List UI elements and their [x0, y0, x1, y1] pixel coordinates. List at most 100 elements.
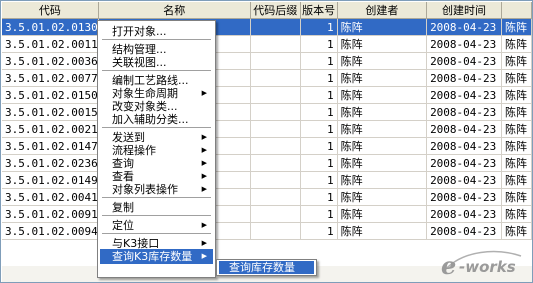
cell-suffix[interactable]: [250, 154, 301, 172]
cell-created-time[interactable]: 2008-04-23: [426, 188, 502, 206]
menu-item[interactable]: 打开对象...: [100, 24, 213, 39]
cell-extra[interactable]: 陈阵: [501, 154, 532, 172]
table-row[interactable]: 3.5.01.02.0094 1 陈阵 2008-04-23 陈阵: [2, 222, 532, 240]
table-row[interactable]: 3.5.01.02.0077 1 陈阵 2008-04-23 陈阵: [2, 69, 532, 87]
column-header-code[interactable]: 代码: [2, 2, 99, 19]
cell-version[interactable]: 1: [300, 205, 338, 223]
table-row[interactable]: 3.5.01.02.0036 1 陈阵 2008-04-23 陈阵: [2, 52, 532, 70]
cell-version[interactable]: 1: [300, 52, 338, 70]
cell-creator[interactable]: 陈阵: [337, 137, 428, 155]
column-header-creator[interactable]: 创建者: [337, 2, 428, 19]
cell-creator[interactable]: 陈阵: [337, 222, 428, 240]
table-row[interactable]: 3.5.01.02.0149 1 陈阵 2008-04-23 陈阵: [2, 171, 532, 189]
menu-item[interactable]: 定位 ▶: [100, 218, 213, 233]
cell-suffix[interactable]: [250, 52, 301, 70]
cell-creator[interactable]: 陈阵: [337, 35, 428, 53]
cell-extra[interactable]: 陈阵: [501, 69, 532, 87]
cell-code[interactable]: 3.5.01.02.0236: [2, 154, 99, 172]
table-row[interactable]: 3.5.01.02.0011 1 陈阵 2008-04-23 陈阵: [2, 35, 532, 53]
cell-suffix[interactable]: [250, 86, 301, 104]
cell-extra[interactable]: 陈阵: [501, 171, 532, 189]
cell-version[interactable]: 1: [300, 120, 338, 138]
cell-version[interactable]: 1: [300, 18, 338, 36]
submenu-item-query-stock[interactable]: 查询库存数量: [219, 261, 314, 274]
cell-extra[interactable]: 陈阵: [501, 86, 532, 104]
cell-created-time[interactable]: 2008-04-23: [426, 86, 502, 104]
menu-item[interactable]: 加入辅助分类...: [100, 112, 213, 127]
cell-suffix[interactable]: [250, 103, 301, 121]
cell-created-time[interactable]: 2008-04-23: [426, 137, 502, 155]
cell-creator[interactable]: 陈阵: [337, 18, 428, 36]
cell-version[interactable]: 1: [300, 103, 338, 121]
cell-creator[interactable]: 陈阵: [337, 69, 428, 87]
table-row[interactable]: 3.5.01.02.0236 1 陈阵 2008-04-23 陈阵: [2, 154, 532, 172]
column-header-name[interactable]: 名称: [98, 2, 251, 19]
cell-suffix[interactable]: [250, 137, 301, 155]
cell-suffix[interactable]: [250, 222, 301, 240]
cell-created-time[interactable]: 2008-04-23: [426, 222, 502, 240]
table-row[interactable]: 3.5.01.02.0147 1 陈阵 2008-04-23 陈阵: [2, 137, 532, 155]
cell-version[interactable]: 1: [300, 69, 338, 87]
cell-creator[interactable]: 陈阵: [337, 205, 428, 223]
cell-code[interactable]: 3.5.01.02.0015: [2, 103, 99, 121]
cell-creator[interactable]: 陈阵: [337, 154, 428, 172]
table-row[interactable]: 3.5.01.02.0021 1 陈阵 2008-04-23 陈阵: [2, 120, 532, 138]
cell-code[interactable]: 3.5.01.02.0041: [2, 188, 99, 206]
menu-item[interactable]: 对象列表操作 ▶: [100, 182, 213, 197]
cell-version[interactable]: 1: [300, 86, 338, 104]
cell-code[interactable]: 3.5.01.02.0011: [2, 35, 99, 53]
cell-extra[interactable]: 陈阵: [501, 103, 532, 121]
cell-created-time[interactable]: 2008-04-23: [426, 205, 502, 223]
cell-version[interactable]: 1: [300, 35, 338, 53]
cell-created-time[interactable]: 2008-04-23: [426, 103, 502, 121]
cell-suffix[interactable]: [250, 69, 301, 87]
column-header-suffix[interactable]: 代码后缀: [250, 2, 301, 19]
cell-created-time[interactable]: 2008-04-23: [426, 120, 502, 138]
cell-extra[interactable]: 陈阵: [501, 188, 532, 206]
column-header-extra[interactable]: [501, 2, 532, 19]
cell-version[interactable]: 1: [300, 137, 338, 155]
column-header-created-time[interactable]: 创建时间: [426, 2, 502, 19]
cell-version[interactable]: 1: [300, 222, 338, 240]
menu-item[interactable]: 复制: [100, 200, 213, 215]
cell-extra[interactable]: 陈阵: [501, 35, 532, 53]
cell-extra[interactable]: 陈阵: [501, 222, 532, 240]
cell-code[interactable]: 3.5.01.02.0094: [2, 222, 99, 240]
cell-version[interactable]: 1: [300, 171, 338, 189]
cell-creator[interactable]: 陈阵: [337, 52, 428, 70]
cell-created-time[interactable]: 2008-04-23: [426, 18, 502, 36]
cell-code[interactable]: 3.5.01.02.0150: [2, 86, 99, 104]
cell-extra[interactable]: 陈阵: [501, 18, 532, 36]
cell-suffix[interactable]: [250, 205, 301, 223]
cell-code[interactable]: 3.5.01.02.0130: [2, 18, 99, 36]
cell-suffix[interactable]: [250, 18, 301, 36]
cell-created-time[interactable]: 2008-04-23: [426, 69, 502, 87]
cell-extra[interactable]: 陈阵: [501, 137, 532, 155]
cell-created-time[interactable]: 2008-04-23: [426, 154, 502, 172]
cell-extra[interactable]: 陈阵: [501, 120, 532, 138]
cell-created-time[interactable]: 2008-04-23: [426, 171, 502, 189]
cell-created-time[interactable]: 2008-04-23: [426, 52, 502, 70]
table-row[interactable]: 3.5.01.02.0091 1 陈阵 2008-04-23 陈阵: [2, 205, 532, 223]
cell-suffix[interactable]: [250, 35, 301, 53]
table-row[interactable]: 3.5.01.02.0150 1 陈阵 2008-04-23 陈阵: [2, 86, 532, 104]
cell-extra[interactable]: 陈阵: [501, 52, 532, 70]
table-row[interactable]: 3.5.01.02.0015 1 陈阵 2008-04-23 陈阵: [2, 103, 532, 121]
menu-item[interactable]: 关联视图...: [100, 55, 213, 70]
cell-created-time[interactable]: 2008-04-23: [426, 35, 502, 53]
table-row[interactable]: 3.5.01.02.0130主条件螺栓1陈阵2008-04-23陈阵: [2, 18, 532, 36]
cell-code[interactable]: 3.5.01.02.0021: [2, 120, 99, 138]
cell-suffix[interactable]: [250, 171, 301, 189]
cell-version[interactable]: 1: [300, 154, 338, 172]
cell-creator[interactable]: 陈阵: [337, 103, 428, 121]
column-header-version[interactable]: 版本号: [300, 2, 338, 19]
table-row[interactable]: 3.5.01.02.0041 1 陈阵 2008-04-23 陈阵: [2, 188, 532, 206]
cell-creator[interactable]: 陈阵: [337, 171, 428, 189]
cell-suffix[interactable]: [250, 120, 301, 138]
cell-creator[interactable]: 陈阵: [337, 120, 428, 138]
cell-code[interactable]: 3.5.01.02.0149: [2, 171, 99, 189]
cell-creator[interactable]: 陈阵: [337, 188, 428, 206]
cell-suffix[interactable]: [250, 188, 301, 206]
cell-extra[interactable]: 陈阵: [501, 205, 532, 223]
cell-code[interactable]: 3.5.01.02.0091: [2, 205, 99, 223]
